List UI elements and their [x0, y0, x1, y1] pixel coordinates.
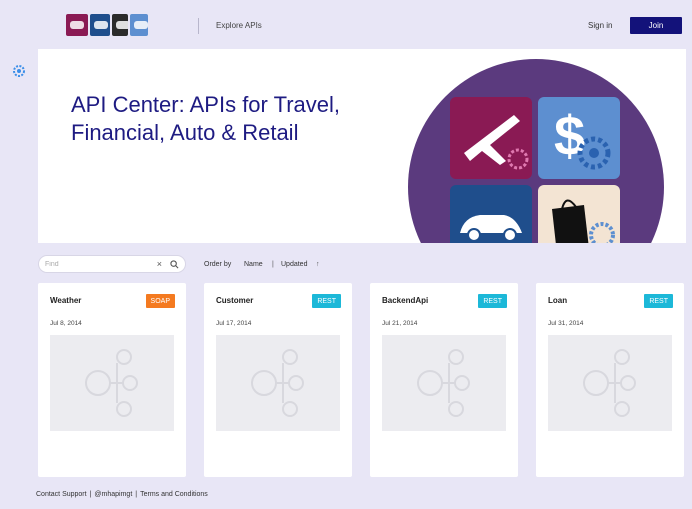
- card-date: Jul 31, 2014: [548, 320, 584, 327]
- order-separator: |: [272, 261, 274, 268]
- api-placeholder-image: [548, 335, 672, 431]
- clear-search-icon[interactable]: ×: [157, 259, 162, 269]
- api-placeholder-image: [50, 335, 174, 431]
- card-title: BackendApi: [382, 296, 429, 305]
- terms-link[interactable]: Terms and Conditions: [140, 491, 208, 498]
- card-date: Jul 8, 2014: [50, 320, 82, 327]
- dollar-tile-icon: $: [538, 97, 620, 179]
- network-icon: [251, 349, 304, 417]
- network-icon: [85, 349, 138, 417]
- bag-logo-icon: [112, 14, 128, 36]
- api-placeholder-image: [216, 335, 340, 431]
- settings-gear-icon[interactable]: [10, 62, 28, 80]
- dollar-logo-icon: [130, 14, 148, 36]
- shopping-bag-tile-icon: [538, 185, 620, 243]
- protocol-badge: SOAP: [145, 294, 175, 308]
- protocol-badge: REST: [644, 294, 673, 308]
- search-icon[interactable]: [170, 259, 179, 269]
- search-bar: ×: [38, 255, 186, 273]
- sign-in-link[interactable]: Sign in: [588, 21, 612, 30]
- api-card-customer[interactable]: Customer REST Jul 17, 2014: [204, 283, 352, 477]
- hero-illustration: $: [408, 59, 664, 243]
- svg-text:$: $: [554, 104, 585, 167]
- card-date: Jul 17, 2014: [216, 320, 252, 327]
- protocol-badge: REST: [312, 294, 341, 308]
- hero-title: API Center: APIs for Travel, Financial, …: [71, 92, 340, 145]
- api-card-backendapi[interactable]: BackendApi REST Jul 21, 2014: [370, 283, 518, 477]
- search-input[interactable]: [45, 260, 157, 268]
- network-icon: [417, 349, 470, 417]
- card-date: Jul 21, 2014: [382, 320, 418, 327]
- footer-separator: |: [135, 491, 138, 498]
- footer-separator: |: [89, 491, 92, 498]
- airplane-logo-icon: [66, 14, 88, 36]
- twitter-handle-link[interactable]: @mhapimgt: [94, 491, 132, 498]
- api-card-loan[interactable]: Loan REST Jul 31, 2014: [536, 283, 684, 477]
- car-tile-icon: [450, 185, 532, 243]
- explore-apis-link[interactable]: Explore APIs: [216, 21, 262, 30]
- brand-logo[interactable]: [66, 14, 148, 36]
- order-by-name[interactable]: Name: [244, 261, 263, 268]
- protocol-badge: REST: [478, 294, 507, 308]
- hero-banner: API Center: APIs for Travel, Financial, …: [38, 49, 686, 243]
- api-placeholder-image: [382, 335, 506, 431]
- card-title: Customer: [216, 296, 254, 305]
- top-bar: Explore APIs Sign in Join: [0, 0, 692, 48]
- sort-arrow-icon[interactable]: ↑: [316, 261, 320, 268]
- car-logo-icon: [90, 14, 110, 36]
- network-icon: [583, 349, 636, 417]
- footer: Contact Support | @mhapimgt | Terms and …: [36, 491, 208, 498]
- airplane-tile-icon: [450, 97, 532, 179]
- join-button[interactable]: Join: [630, 17, 682, 34]
- api-card-weather[interactable]: Weather SOAP Jul 8, 2014: [38, 283, 186, 477]
- card-title: Weather: [50, 296, 82, 305]
- order-by-updated[interactable]: Updated: [281, 261, 307, 268]
- header-divider: [198, 18, 199, 34]
- contact-support-link[interactable]: Contact Support: [36, 491, 87, 498]
- card-title: Loan: [548, 296, 568, 305]
- order-by-label: Order by: [204, 261, 232, 268]
